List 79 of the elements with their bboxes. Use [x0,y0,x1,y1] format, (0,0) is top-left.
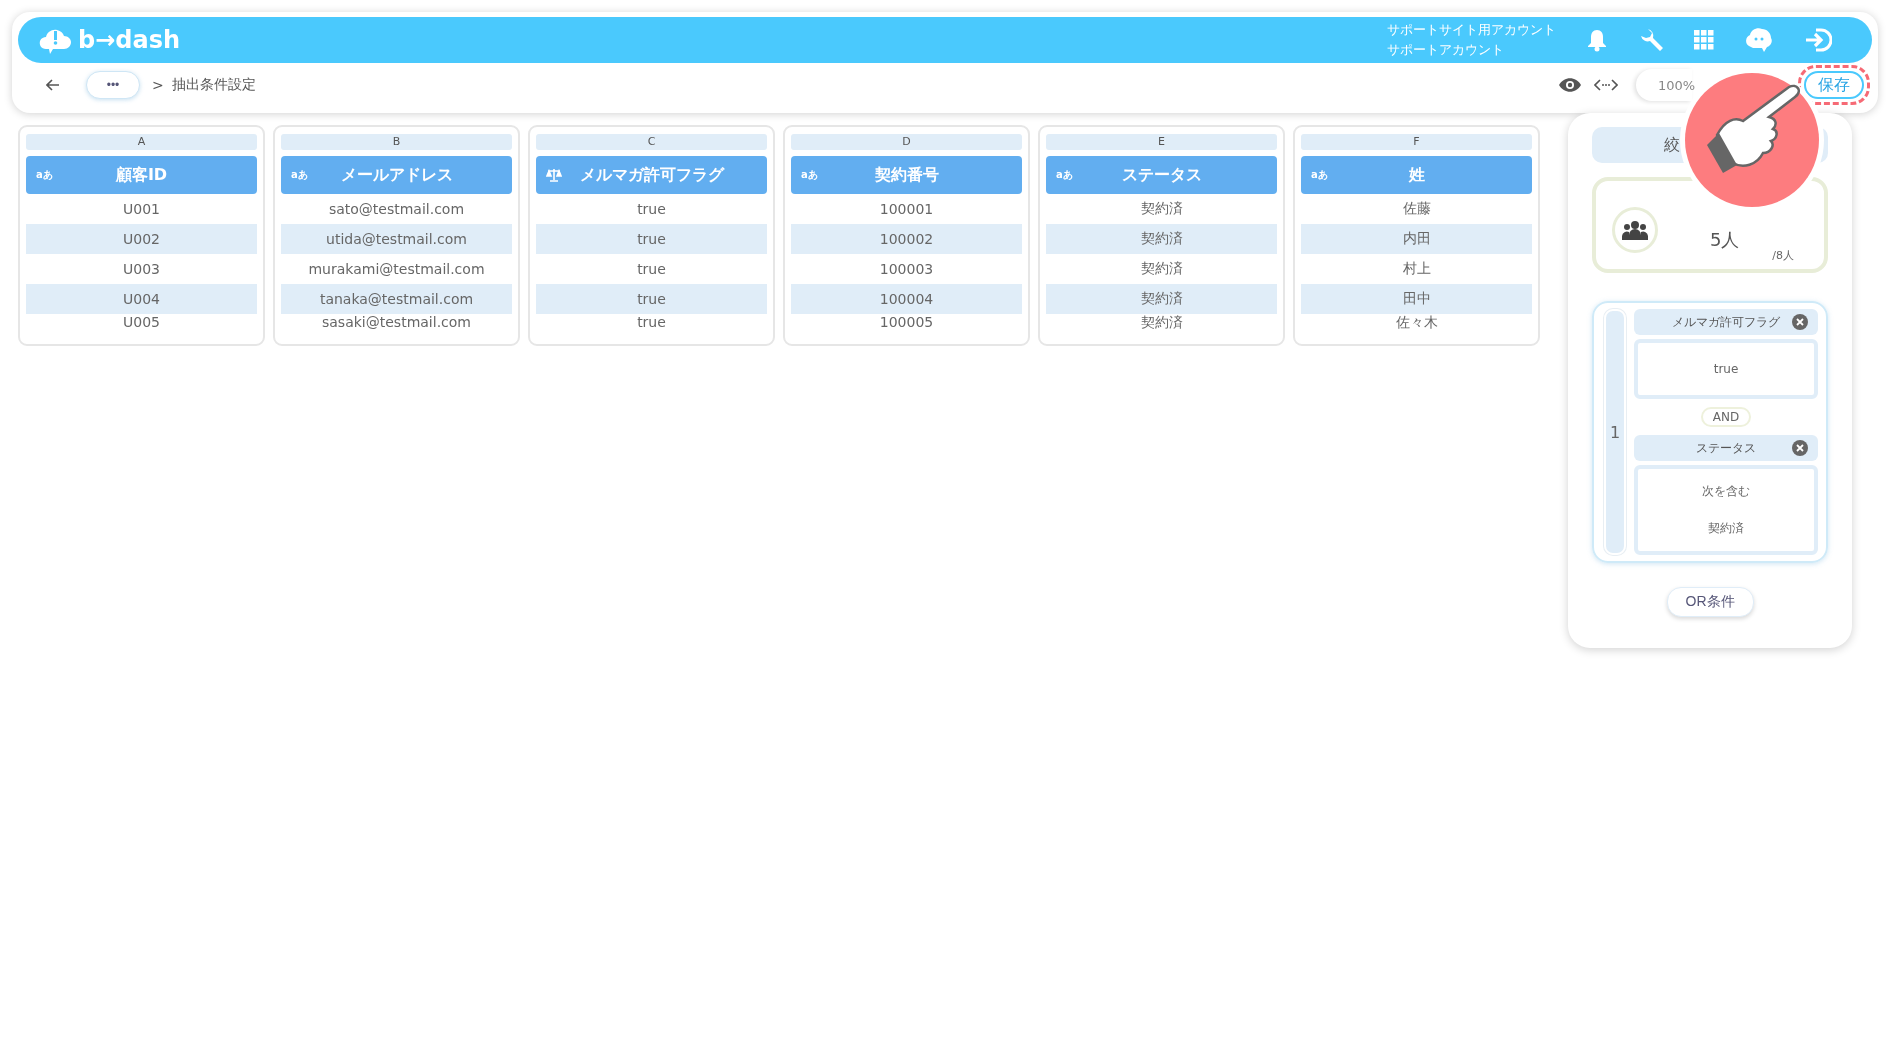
condition-value-box[interactable]: true [1634,339,1818,399]
condition-value-box[interactable]: 次を含む 契約済 [1634,465,1818,555]
account-name: サポートサイト用アカウント [1387,21,1556,39]
condition-value: true [1713,362,1739,376]
breadcrumb-current: 抽出条件設定 [171,76,256,94]
column-letter: F [1301,134,1532,150]
table-cell-text: 契約済 [1139,259,1184,278]
table-cell-text: true [636,200,667,219]
more-button[interactable]: ••• [86,71,140,99]
table-cell-text: 100005 [878,314,935,332]
eye-icon[interactable] [1558,77,1582,93]
column-header[interactable]: aあ 姓 [1301,156,1532,194]
column-letter: E [1046,134,1277,150]
table-cell: true [536,224,767,254]
save-button[interactable]: 保存 [1804,71,1864,99]
table-cell-text: 100001 [878,200,935,219]
breadcrumb-separator: > [152,77,164,93]
column-header[interactable]: aあ ステータス [1046,156,1277,194]
and-label: AND [1700,407,1752,427]
logo-text: b→dash [78,26,181,54]
table-cell: 田中 [1301,284,1532,314]
column-letter: C [536,134,767,150]
back-arrow-icon[interactable] [46,79,60,91]
column-title: 顧客ID [115,164,168,186]
table-cell-text: U003 [122,260,161,279]
table-cell: 契約済 [1046,224,1277,254]
text-type-label: aあ [1311,168,1328,182]
table-cell: U004 [26,284,257,314]
column-title: メールアドレス [340,164,453,186]
text-type-label: aあ [36,168,53,182]
result-count: 5人 [1710,228,1740,252]
table-cell-text: U001 [122,200,161,219]
table-cell-text: 佐藤 [1401,199,1432,218]
column-title: 姓 [1408,164,1425,186]
remove-icon[interactable] [1792,440,1808,456]
table-cell: true [536,284,767,314]
column-title: 契約番号 [874,164,939,186]
column-title: ステータス [1121,164,1202,186]
condition-value: 契約済 [1708,520,1744,537]
text-type-label: aあ [291,168,308,182]
text-type-label: aあ [1056,168,1073,182]
code-icon[interactable] [1594,78,1618,92]
condition-field-name: メルマガ許可フラグ [1672,313,1780,331]
table-cell-text: 100003 [878,260,935,279]
table-cell-text: murakami@testmail.com [307,260,486,279]
table-cell: tanaka@testmail.com [281,284,512,314]
table-cell: 契約済 [1046,284,1277,314]
table-cell-text: 佐々木 [1394,314,1439,332]
condition-field-name: ステータス [1696,439,1756,457]
column-header[interactable]: aあ 契約番号 [791,156,1022,194]
column-letter: B [281,134,512,150]
or-condition-button[interactable]: OR条件 [1666,587,1754,617]
group-number: 1 [1604,309,1626,555]
table-cell-text: sato@testmail.com [327,200,466,219]
text-type-label: aあ [801,168,818,182]
remove-icon[interactable] [1792,314,1808,330]
scale-icon [546,168,562,182]
table-cell: 内田 [1301,224,1532,254]
table-cell: U002 [26,224,257,254]
column-header[interactable]: aあ メールアドレス [281,156,512,194]
column-header[interactable]: メルマガ許可フラグ [536,156,767,194]
table-cell-text: 契約済 [1139,199,1184,218]
people-icon [1612,207,1658,253]
column-letter: D [791,134,1022,150]
account-name: サポートアカウント [1387,41,1505,59]
table-cell: 100004 [791,284,1022,314]
table-cell: utida@testmail.com [281,224,512,254]
table-cell-text: sasaki@testmail.com [321,314,472,332]
table-cell-text: 村上 [1401,259,1432,278]
column-title: メルマガ許可フラグ [579,164,724,186]
total-count: /8人 [1772,248,1794,263]
table-cell-text: 契約済 [1139,314,1184,332]
table-cell: 100002 [791,224,1022,254]
table-cell-text: true [636,314,667,332]
column-header[interactable]: aあ 顧客ID [26,156,257,194]
table-cell-text: true [636,260,667,279]
condition-value: 次を含む [1702,483,1750,500]
column-letter: A [26,134,257,150]
table-cell-text: U005 [122,314,161,332]
